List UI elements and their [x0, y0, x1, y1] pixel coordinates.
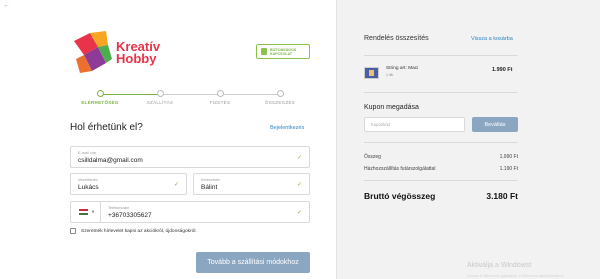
product-quantity: 1 db: [386, 73, 393, 77]
first-name-field[interactable]: Keresztnév Bálint ✓: [193, 173, 310, 195]
windows-activation-subtext: Nyissa a Windows-gépházat a Windows akti…: [467, 273, 565, 278]
step-dot: [276, 90, 284, 97]
continue-to-shipping-button[interactable]: Tovább a szállítási módokhoz: [196, 252, 310, 273]
divider: [364, 55, 518, 56]
lock-icon: [261, 48, 267, 55]
subtotal-row: Összeg 1.990 Ft: [364, 154, 518, 160]
step-contact[interactable]: ELÉRHETŐSÉG: [70, 90, 130, 105]
divider: [364, 92, 518, 93]
check-icon: ✓: [296, 182, 302, 188]
check-icon: ✓: [296, 155, 302, 161]
login-link[interactable]: Bejelentkezés: [270, 125, 304, 131]
product-price: 1.990 Ft: [492, 67, 513, 73]
contact-heading: Hol érhetünk el?: [70, 122, 143, 133]
step-shipping[interactable]: SZÁLLÍTÁS: [130, 90, 190, 105]
check-icon: ✓: [296, 210, 302, 216]
phone-field[interactable]: ▼ Telefonszám +36703305627 ✓: [70, 201, 310, 223]
windows-activation-watermark: Aktiválja a Windowst: [467, 262, 532, 269]
step-payment[interactable]: FIZETÉS: [190, 90, 250, 105]
newsletter-option[interactable]: Szeretnék hírlevelet kapni az akciókról,…: [70, 228, 197, 234]
chevron-down-icon: ▼: [91, 209, 95, 214]
step-summary[interactable]: ÖSSZEGZÉS: [250, 90, 310, 105]
step-dot: [216, 90, 224, 97]
checkout-form-panel: ← Kreatív Hobby BIZTONSÁGOS KAPCSOLAT EL…: [0, 0, 336, 279]
product-name: String art: Maci: [386, 66, 419, 71]
divider: [364, 180, 518, 181]
shipping-row: Házhozszállítás futárszolgálattal 1.190 …: [364, 166, 518, 172]
newsletter-label: Szeretnék hírlevelet kapni az akciókról,…: [81, 228, 197, 234]
checkout-progress-steps: ELÉRHETŐSÉG SZÁLLÍTÁS FIZETÉS ÖSSZEGZÉS: [70, 90, 310, 110]
hungary-flag-icon: [79, 209, 88, 215]
brand-name: Kreatív Hobby: [116, 39, 161, 66]
order-summary-title: Rendelés összesítés: [364, 35, 429, 42]
product-thumbnail: [364, 67, 379, 79]
last-name-field[interactable]: Vezetéknév Lukács ✓: [70, 173, 187, 195]
coupon-title: Kupon megadása: [364, 104, 419, 111]
step-dot: [96, 90, 104, 97]
secure-connection-badge: BIZTONSÁGOS KAPCSOLAT: [256, 44, 310, 59]
step-dot: [156, 90, 164, 97]
back-arrow-icon[interactable]: ←: [3, 2, 10, 9]
redeem-coupon-button[interactable]: Beváltás: [472, 117, 518, 132]
back-to-cart-link[interactable]: Vissza a kosárba: [471, 36, 513, 42]
email-field[interactable]: E-mail cím csilldalma@gmail.com ✓: [70, 146, 310, 168]
check-icon: ✓: [173, 182, 179, 188]
divider: [364, 142, 518, 143]
country-selector[interactable]: ▼: [71, 202, 101, 222]
newsletter-checkbox[interactable]: [70, 228, 76, 234]
coupon-input[interactable]: Kuponkód: [364, 117, 465, 132]
grand-total-row: Bruttó végösszeg 3.180 Ft: [364, 191, 518, 201]
